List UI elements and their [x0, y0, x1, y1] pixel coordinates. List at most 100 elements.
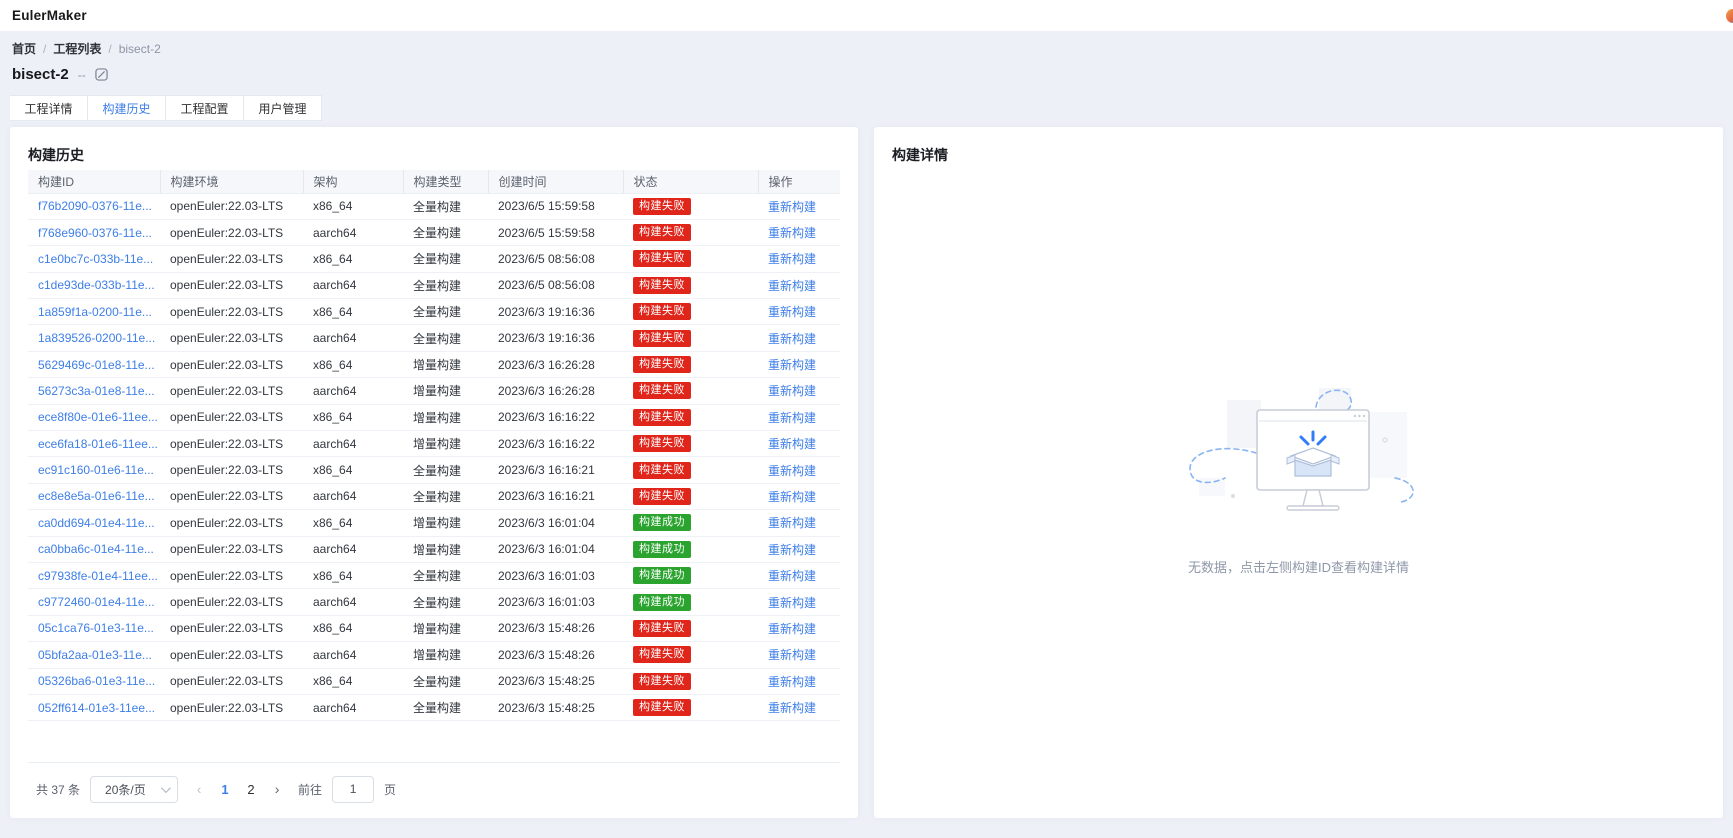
- breadcrumb-separator: /: [43, 42, 46, 56]
- page-subtitle: --: [78, 68, 86, 82]
- arch-cell: aarch64: [303, 219, 403, 245]
- table-row: 5629469c-01e8-11e... openEuler:22.03-LTS…: [28, 351, 840, 377]
- table-row: ece6fa18-01e6-11ee... openEuler:22.03-LT…: [28, 431, 840, 457]
- build-type-cell: 全量构建: [403, 483, 488, 509]
- page-size-select[interactable]: 20条/页: [90, 776, 178, 803]
- tab[interactable]: 工程详情: [10, 95, 88, 121]
- status-badge: 构建失败: [633, 277, 691, 294]
- arch-cell: aarch64: [303, 272, 403, 298]
- rebuild-link[interactable]: 重新构建: [768, 226, 816, 240]
- build-id-link[interactable]: 05bfa2aa-01e3-11e...: [38, 648, 152, 662]
- build-id-link[interactable]: 05c1ca76-01e3-11e...: [38, 621, 154, 635]
- build-type-cell: 增量构建: [403, 378, 488, 404]
- prev-page-button[interactable]: ‹: [188, 781, 210, 797]
- build-env-cell: openEuler:22.03-LTS: [160, 483, 303, 509]
- rebuild-link[interactable]: 重新构建: [768, 648, 816, 662]
- arch-cell: x86_64: [303, 404, 403, 430]
- build-id-link[interactable]: f768e960-0376-11e...: [38, 226, 152, 240]
- build-id-link[interactable]: ca0dd694-01e4-11e...: [38, 516, 155, 530]
- rebuild-link[interactable]: 重新构建: [768, 384, 816, 398]
- build-id-link[interactable]: c1de93de-033b-11e...: [38, 278, 155, 292]
- build-id-link[interactable]: c1e0bc7c-033b-11e...: [38, 252, 153, 266]
- created-time-cell: 2023/6/3 16:01:03: [488, 562, 623, 588]
- rebuild-link[interactable]: 重新构建: [768, 252, 816, 266]
- arch-cell: aarch64: [303, 642, 403, 668]
- table-row: ec91c160-01e6-11e... openEuler:22.03-LTS…: [28, 457, 840, 483]
- rebuild-link[interactable]: 重新构建: [768, 596, 816, 610]
- chevron-down-icon: [161, 783, 171, 793]
- build-id-link[interactable]: c9772460-01e4-11e...: [38, 595, 155, 609]
- created-time-cell: 2023/6/3 16:01:04: [488, 536, 623, 562]
- rebuild-link[interactable]: 重新构建: [768, 464, 816, 478]
- rebuild-link[interactable]: 重新构建: [768, 332, 816, 346]
- rebuild-link[interactable]: 重新构建: [768, 437, 816, 451]
- build-id-link[interactable]: 5629469c-01e8-11e...: [38, 358, 155, 372]
- build-id-link[interactable]: ece8f80e-01e6-11ee...: [38, 410, 158, 424]
- created-time-cell: 2023/6/3 16:01:03: [488, 589, 623, 615]
- created-time-cell: 2023/6/3 19:16:36: [488, 325, 623, 351]
- column-header: 状态: [623, 170, 758, 193]
- avatar[interactable]: [1726, 9, 1733, 23]
- table-row: 56273c3a-01e8-11e... openEuler:22.03-LTS…: [28, 378, 840, 404]
- build-history-table: 构建ID 构建环境 架构 构建类型 创建时间 状态 操作: [28, 170, 840, 721]
- column-header: 构建ID: [28, 170, 160, 193]
- build-env-cell: openEuler:22.03-LTS: [160, 193, 303, 219]
- edit-icon[interactable]: [95, 68, 108, 81]
- rebuild-link[interactable]: 重新构建: [768, 543, 816, 557]
- status-badge: 构建成功: [633, 514, 691, 531]
- build-env-cell: openEuler:22.03-LTS: [160, 694, 303, 720]
- page-title: bisect-2: [12, 66, 69, 83]
- arch-cell: x86_64: [303, 615, 403, 641]
- rebuild-link[interactable]: 重新构建: [768, 411, 816, 425]
- build-id-link[interactable]: f76b2090-0376-11e...: [38, 199, 152, 213]
- build-id-link[interactable]: ca0bba6c-01e4-11e...: [38, 542, 154, 556]
- goto-page-input[interactable]: [332, 776, 374, 803]
- build-id-link[interactable]: ec8e8e5a-01e6-11e...: [38, 489, 155, 503]
- page-button-2[interactable]: 2: [240, 782, 262, 797]
- build-id-link[interactable]: 1a859f1a-0200-11e...: [38, 305, 152, 319]
- build-env-cell: openEuler:22.03-LTS: [160, 378, 303, 404]
- status-badge: 构建失败: [633, 673, 691, 690]
- build-env-cell: openEuler:22.03-LTS: [160, 562, 303, 588]
- status-badge: 构建失败: [633, 435, 691, 452]
- tab[interactable]: 工程配置: [166, 95, 244, 121]
- rebuild-link[interactable]: 重新构建: [768, 305, 816, 319]
- build-type-cell: 全量构建: [403, 325, 488, 351]
- build-id-link[interactable]: 1a839526-0200-11e...: [38, 331, 155, 345]
- rebuild-link[interactable]: 重新构建: [768, 569, 816, 583]
- build-id-link[interactable]: 56273c3a-01e8-11e...: [38, 384, 155, 398]
- next-page-button[interactable]: ›: [266, 781, 288, 797]
- rebuild-link[interactable]: 重新构建: [768, 358, 816, 372]
- arch-cell: aarch64: [303, 483, 403, 509]
- total-count: 共 37 条: [36, 781, 80, 798]
- build-id-link[interactable]: 05326ba6-01e3-11e...: [38, 674, 155, 688]
- build-id-link[interactable]: ece6fa18-01e6-11ee...: [38, 437, 158, 451]
- build-id-link[interactable]: ec91c160-01e6-11e...: [38, 463, 154, 477]
- build-id-link[interactable]: c97938fe-01e4-11ee...: [38, 569, 158, 583]
- rebuild-link[interactable]: 重新构建: [768, 622, 816, 636]
- footer-divider: [28, 762, 840, 763]
- created-time-cell: 2023/6/5 15:59:58: [488, 219, 623, 245]
- rebuild-link[interactable]: 重新构建: [768, 516, 816, 530]
- build-env-cell: openEuler:22.03-LTS: [160, 246, 303, 272]
- rebuild-link[interactable]: 重新构建: [768, 490, 816, 504]
- arch-cell: aarch64: [303, 378, 403, 404]
- status-badge: 构建失败: [633, 409, 691, 426]
- page-button-1[interactable]: 1: [214, 782, 236, 797]
- tab[interactable]: 构建历史: [88, 95, 166, 121]
- build-env-cell: openEuler:22.03-LTS: [160, 510, 303, 536]
- arch-cell: x86_64: [303, 668, 403, 694]
- breadcrumb-project-list[interactable]: 工程列表: [53, 40, 101, 57]
- tab[interactable]: 用户管理: [244, 95, 322, 121]
- arch-cell: x86_64: [303, 299, 403, 325]
- rebuild-link[interactable]: 重新构建: [768, 200, 816, 214]
- rebuild-link[interactable]: 重新构建: [768, 701, 816, 715]
- arch-cell: aarch64: [303, 325, 403, 351]
- table-row: 052ff614-01e3-11ee... openEuler:22.03-LT…: [28, 694, 840, 720]
- rebuild-link[interactable]: 重新构建: [768, 279, 816, 293]
- breadcrumb-home[interactable]: 首页: [12, 40, 36, 57]
- build-type-cell: 增量构建: [403, 615, 488, 641]
- rebuild-link[interactable]: 重新构建: [768, 675, 816, 689]
- build-id-link[interactable]: 052ff614-01e3-11ee...: [38, 701, 155, 715]
- build-env-cell: openEuler:22.03-LTS: [160, 272, 303, 298]
